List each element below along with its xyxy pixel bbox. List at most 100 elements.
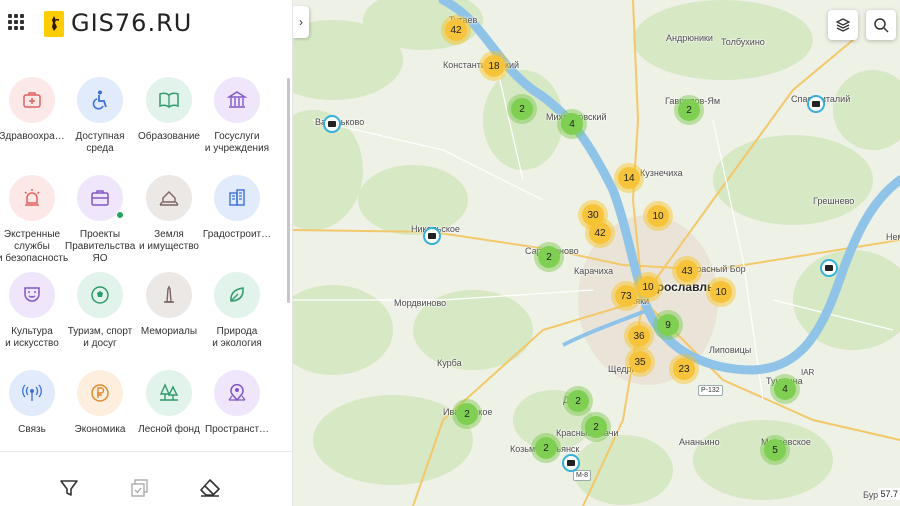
map-search-button[interactable] <box>866 10 896 40</box>
object-cluster-marker[interactable]: 4 <box>770 374 800 404</box>
map-view[interactable]: › Тутаев Константиновский Андрюники Толбухи… <box>293 0 900 506</box>
object-cluster-marker[interactable]: 4 <box>557 109 587 139</box>
collapse-sidebar-button[interactable]: › <box>293 6 309 38</box>
cluster-count: 2 <box>585 416 607 438</box>
category-wheelchair[interactable]: Доступная среда <box>65 77 135 155</box>
place-label: Толбухино <box>721 37 765 47</box>
category-label: Градостроит… <box>202 229 272 240</box>
category-obelisk[interactable]: Мемориалы <box>134 272 204 338</box>
sidebar-scrollbar[interactable] <box>287 78 290 303</box>
object-cluster-marker[interactable]: 2 <box>452 399 482 429</box>
cluster-count: 10 <box>647 205 669 227</box>
category-land-house[interactable]: Земля и имущество <box>134 175 204 253</box>
cluster-count: 2 <box>538 246 560 268</box>
cluster-count: 4 <box>561 113 583 135</box>
coordinates-readout: 57.7 <box>878 488 900 500</box>
category-leaf[interactable]: Природа и экология <box>202 272 272 350</box>
category-label: Доступная среда <box>75 131 125 154</box>
siren-icon <box>9 175 55 221</box>
checked-layers-icon[interactable] <box>128 476 152 500</box>
category-government-building[interactable]: Госуслуги и учреждения <box>202 77 272 155</box>
category-label: Образование <box>138 131 200 142</box>
cluster-count: 9 <box>657 314 679 336</box>
camera-icon <box>567 460 575 466</box>
place-label: Кузнечиха <box>640 168 683 178</box>
object-cluster-marker[interactable]: 9 <box>653 310 683 340</box>
object-cluster-marker[interactable]: 23 <box>669 354 699 384</box>
camera-marker[interactable] <box>423 227 441 245</box>
object-cluster-marker[interactable]: 2 <box>534 242 564 272</box>
camera-icon <box>812 101 820 107</box>
briefcase-icon <box>77 175 124 221</box>
category-soccer-ball[interactable]: Туризм, спорт и досуг <box>65 272 135 350</box>
category-siren[interactable]: Экстренные службы и безопасность <box>0 175 69 265</box>
category-label: Госуслуги и учреждения <box>204 131 270 154</box>
camera-marker[interactable] <box>807 95 825 113</box>
cluster-count: 23 <box>673 358 695 380</box>
object-cluster-marker[interactable]: 5 <box>760 435 790 465</box>
object-cluster-marker[interactable]: 10 <box>706 277 736 307</box>
place-label: Карачиха <box>574 266 614 276</box>
camera-marker[interactable] <box>323 115 341 133</box>
site-title[interactable]: GIS76.RU <box>71 9 192 37</box>
camera-marker[interactable] <box>820 259 838 277</box>
object-cluster-marker[interactable]: 73 <box>611 281 641 311</box>
category-label: Культура и искусство <box>5 326 59 349</box>
category-label: Лесной фонд <box>138 424 200 435</box>
place-label: Курба <box>437 358 462 368</box>
category-map-pin[interactable]: Пространст… <box>202 370 272 436</box>
category-label: Пространст… <box>204 424 270 435</box>
eraser-icon[interactable] <box>198 476 222 500</box>
category-briefcase[interactable]: Проекты Правительства ЯО <box>65 175 135 265</box>
category-city-buildings[interactable]: Градостроит… <box>202 175 272 241</box>
category-label: Земля и имущество <box>139 229 199 252</box>
category-ruble-coin[interactable]: Экономика <box>65 370 135 436</box>
place-label: Неменово <box>886 232 900 242</box>
object-cluster-marker[interactable]: 2 <box>581 412 611 442</box>
object-cluster-marker[interactable]: 42 <box>585 218 615 248</box>
cluster-count: 42 <box>445 19 467 41</box>
category-grid: Здравоохра… Доступная среда Образование Гос… <box>0 70 286 450</box>
camera-icon <box>825 265 833 271</box>
cluster-count: 4 <box>774 378 796 400</box>
cluster-count: 5 <box>764 439 786 461</box>
header: GIS76.RU <box>0 0 292 48</box>
layers-button[interactable] <box>828 10 858 40</box>
category-first-aid-kit[interactable]: Здравоохра… <box>0 77 67 143</box>
soccer-ball-icon <box>77 272 123 318</box>
camera-icon <box>328 121 336 127</box>
category-label: Экстренные службы и безопасность <box>0 229 69 264</box>
place-label: Липовицы <box>709 345 752 355</box>
object-cluster-marker[interactable]: 2 <box>563 386 593 416</box>
cluster-count: 14 <box>618 167 640 189</box>
object-cluster-marker[interactable]: 2 <box>531 433 561 463</box>
land-house-icon <box>146 175 192 221</box>
cluster-count: 2 <box>567 390 589 412</box>
object-cluster-marker[interactable]: 2 <box>507 94 537 124</box>
cluster-count: 2 <box>535 437 557 459</box>
object-cluster-marker[interactable]: 10 <box>643 201 673 231</box>
category-trees[interactable]: Лесной фонд <box>134 370 204 436</box>
filter-icon[interactable] <box>57 476 81 500</box>
category-label: Связь <box>18 424 46 435</box>
cluster-count: 2 <box>678 99 700 121</box>
object-cluster-marker[interactable]: 18 <box>479 51 509 81</box>
city-buildings-icon <box>214 175 260 221</box>
search-icon <box>874 18 889 33</box>
trees-icon <box>146 370 192 416</box>
object-cluster-marker[interactable]: 42 <box>441 15 471 45</box>
category-open-book[interactable]: Образование <box>134 77 204 143</box>
category-label: Здравоохра… <box>0 131 65 142</box>
layers-icon <box>835 18 851 32</box>
object-cluster-marker[interactable]: 35 <box>625 347 655 377</box>
object-cluster-marker[interactable]: 2 <box>674 95 704 125</box>
apps-grid-icon[interactable] <box>8 14 24 30</box>
category-theater-masks[interactable]: Культура и искусство <box>0 272 67 350</box>
object-cluster-marker[interactable]: 43 <box>672 256 702 286</box>
highway-label-p132: Р-132 <box>698 385 723 396</box>
object-cluster-marker[interactable]: 14 <box>614 163 644 193</box>
obelisk-icon <box>146 272 192 318</box>
new-badge-dot <box>116 211 124 219</box>
category-antenna[interactable]: Связь <box>0 370 67 436</box>
camera-marker[interactable] <box>562 454 580 472</box>
